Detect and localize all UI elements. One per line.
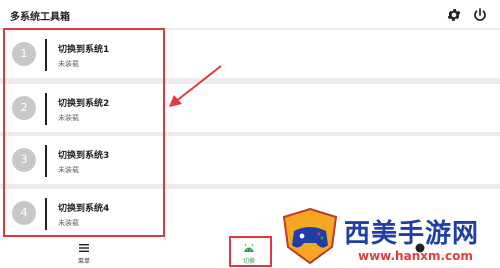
watermark-title: 西美手游网 bbox=[344, 219, 480, 249]
nav-menu-label: 菜单 bbox=[77, 258, 90, 265]
system-item-status: 未装载 bbox=[58, 219, 79, 227]
system-item-1[interactable]: 1 切换到系统1 未装载 bbox=[0, 30, 500, 78]
system-item-3[interactable]: 3 切换到系统3 未装载 bbox=[0, 136, 500, 184]
divider bbox=[45, 39, 47, 71]
watermark-url: www.hanxm.com bbox=[358, 249, 473, 263]
system-item-status: 未装载 bbox=[58, 60, 79, 68]
system-item-title: 切换到系统1 bbox=[58, 45, 110, 55]
system-item-status: 未装载 bbox=[58, 166, 79, 174]
divider bbox=[45, 93, 47, 125]
gamepad-shield-icon bbox=[282, 207, 338, 265]
gear-icon[interactable] bbox=[446, 7, 462, 23]
nav-switch-label: 切换 bbox=[242, 258, 255, 265]
system-item-title: 切换到系统4 bbox=[58, 204, 110, 214]
divider bbox=[45, 145, 47, 177]
system-number-badge: 3 bbox=[12, 148, 36, 172]
android-icon bbox=[244, 243, 254, 252]
nav-switch-button[interactable]: 切换 bbox=[229, 237, 269, 268]
system-item-status: 未装载 bbox=[58, 114, 79, 122]
divider bbox=[45, 198, 47, 230]
system-number-badge: 4 bbox=[12, 201, 36, 225]
system-item-2[interactable]: 2 切换到系统2 未装载 bbox=[0, 84, 500, 132]
app-bar: 多系统工具箱 bbox=[0, 0, 500, 28]
system-item-title: 切换到系统3 bbox=[58, 151, 110, 161]
power-icon[interactable] bbox=[472, 7, 488, 23]
menu-icon bbox=[79, 244, 89, 252]
system-number-badge: 1 bbox=[12, 42, 36, 66]
watermark-logo: 西美手游网 www.hanxm.com bbox=[276, 205, 496, 267]
system-number-badge: 2 bbox=[12, 96, 36, 120]
app-title: 多系统工具箱 bbox=[10, 12, 70, 23]
system-item-title: 切换到系统2 bbox=[58, 99, 110, 109]
nav-menu-button[interactable]: 菜单 bbox=[62, 237, 106, 268]
